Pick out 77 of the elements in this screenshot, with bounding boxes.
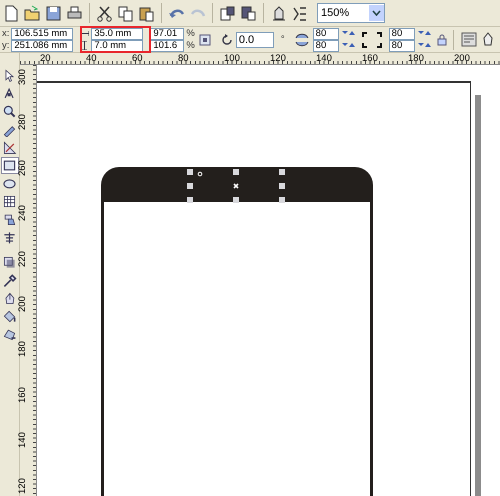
ruler-label: 40 <box>86 53 98 64</box>
degree-label: ° <box>280 34 285 44</box>
ruler-label: 280 <box>17 114 28 130</box>
selection-handle[interactable] <box>279 169 285 175</box>
fill-icon <box>2 327 17 342</box>
zoom-icon <box>2 104 17 119</box>
ruler-label: 140 <box>316 53 333 64</box>
spinner-icon[interactable] <box>416 41 431 50</box>
rectangle-icon <box>2 158 17 173</box>
selection-handle[interactable] <box>187 169 193 175</box>
rotate-icon <box>220 34 233 46</box>
selection-handle[interactable] <box>233 169 239 175</box>
corner-field[interactable]: 80 <box>388 40 415 52</box>
eyedropper-icon <box>2 273 17 288</box>
copy-icon[interactable] <box>116 4 135 22</box>
ruler-label: 260 <box>17 160 28 176</box>
highlight-frame <box>80 26 151 53</box>
corner-brackets-icon <box>362 32 382 48</box>
selection-handle[interactable] <box>279 197 285 203</box>
spinner-icon[interactable] <box>416 29 431 38</box>
ruler-label: 140 <box>17 432 28 448</box>
ruler-label: 180 <box>17 341 28 358</box>
angle-icon <box>2 140 17 155</box>
y-label: y: <box>2 40 10 50</box>
ruler-label: 160 <box>362 53 379 64</box>
ruler-label: 120 <box>17 478 28 494</box>
ruler-label: 160 <box>17 386 28 403</box>
y-position-field[interactable]: 251.086 mm <box>11 40 74 52</box>
percent-label: % <box>186 40 195 50</box>
zoom-value: 150% <box>320 7 350 19</box>
lock-ratio-icon[interactable] <box>198 32 212 46</box>
ruler-label: 120 <box>270 53 287 64</box>
ruler-label: 80 <box>178 53 190 64</box>
grid-icon <box>2 194 17 209</box>
open-folder-icon[interactable] <box>23 4 42 22</box>
spinner-icon[interactable] <box>340 41 355 50</box>
selection-handle[interactable] <box>279 183 285 189</box>
ruler-label: 100 <box>224 53 241 64</box>
ruler-label: 20 <box>40 53 52 64</box>
height-field[interactable]: 7.0 mm <box>91 40 144 52</box>
ruler-label: 300 <box>17 69 28 85</box>
selection-handle[interactable] <box>187 197 193 203</box>
corner-field[interactable]: 80 <box>312 28 339 40</box>
import-icon[interactable] <box>218 4 237 22</box>
scale-x-field[interactable]: 97.01 <box>150 28 184 40</box>
ruler-label: 180 <box>408 53 425 64</box>
corner-field[interactable]: 80 <box>388 28 415 40</box>
spinner-icon[interactable] <box>340 29 355 38</box>
width-icon <box>80 29 90 38</box>
bucket-icon <box>2 309 17 324</box>
x-position-field[interactable]: 106.515 mm <box>11 28 74 40</box>
x-label: x: <box>2 28 10 38</box>
header-bar-shape[interactable] <box>101 167 373 202</box>
ruler-label: 200 <box>454 53 471 64</box>
save-icon[interactable] <box>44 4 63 22</box>
ruler-label: 220 <box>17 250 28 267</box>
ruler-label: 200 <box>17 296 28 312</box>
rotation-origin-icon <box>198 172 202 176</box>
ruler-label: 240 <box>17 205 28 222</box>
height-icon <box>80 41 90 50</box>
rotation-field[interactable]: 0.0 <box>236 32 274 48</box>
ruler-label: 60 <box>132 53 144 64</box>
corner-field[interactable]: 80 <box>312 40 339 52</box>
selection-handle[interactable] <box>233 197 239 203</box>
shapes-icon <box>2 212 17 227</box>
lock-icon[interactable] <box>436 34 447 46</box>
export-icon[interactable] <box>239 4 258 22</box>
wrap-text-icon[interactable] <box>460 30 479 49</box>
tool-button[interactable] <box>0 157 18 174</box>
text-tool-icon <box>2 230 17 245</box>
shadow-icon <box>2 255 17 270</box>
cut-icon[interactable] <box>95 4 114 22</box>
zoom-dropdown[interactable]: 150% <box>317 3 385 23</box>
selection-handle[interactable] <box>187 183 193 189</box>
width-field[interactable]: 35.0 mm <box>91 28 144 40</box>
center-mark-icon <box>233 183 239 189</box>
percent-label: % <box>186 28 195 38</box>
